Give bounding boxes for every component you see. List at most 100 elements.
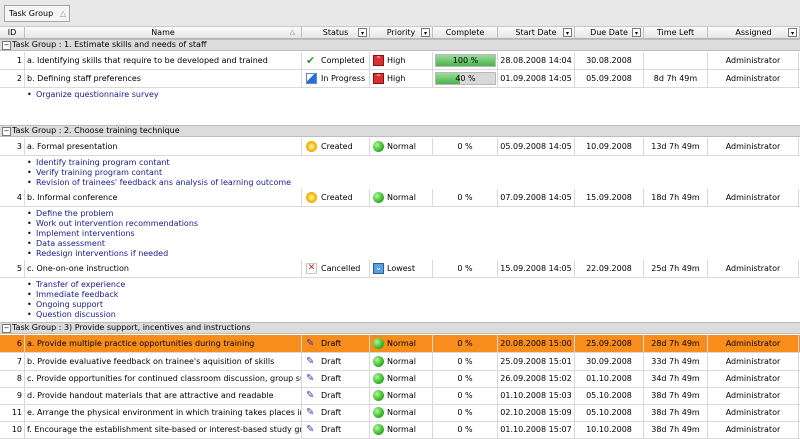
sort-ascending-icon[interactable]: △: [60, 6, 66, 21]
task-name-cell[interactable]: a. Provide multiple practice opportuniti…: [25, 335, 302, 352]
task-status-cell[interactable]: ✎ Draft: [302, 387, 370, 404]
group-header-row[interactable]: − Task Group : 1. Estimate skills and nee…: [0, 39, 800, 51]
subtask-link[interactable]: Data assessment: [36, 239, 105, 249]
task-name-cell[interactable]: d. Provide handout materials that are at…: [25, 387, 302, 404]
group-header-row[interactable]: − Task Group : 2. Choose training techniq…: [0, 125, 800, 137]
task-assigned-cell: Administrator: [708, 138, 799, 155]
task-name-cell[interactable]: a. Formal presentation: [25, 138, 302, 155]
column-header-id[interactable]: ID: [0, 27, 25, 39]
task-name-cell[interactable]: b. Defining staff preferences: [25, 70, 302, 87]
table-row[interactable]: 5 c. One-on-one instruction ✕ Cancelled ⌄ Low…: [0, 260, 800, 278]
task-status-cell[interactable]: ✎ Draft: [302, 335, 370, 352]
task-status-cell[interactable]: ✎ Draft: [302, 404, 370, 421]
task-priority-cell[interactable]: Normal: [370, 404, 433, 421]
normal-priority-icon: [373, 356, 384, 367]
task-name-cell[interactable]: c. One-on-one instruction: [25, 260, 302, 277]
task-priority-cell[interactable]: ⌃ High: [370, 70, 433, 87]
task-priority-cell[interactable]: Normal: [370, 138, 433, 155]
task-priority-cell[interactable]: ⌃ High: [370, 52, 433, 69]
table-row[interactable]: 10 f. Encourage the establishment site-ba…: [0, 421, 800, 439]
filter-dropdown-icon[interactable]: ▾: [788, 28, 797, 37]
progress-icon: [306, 73, 317, 84]
task-status-cell[interactable]: ✎ Draft: [302, 370, 370, 387]
task-name-cell[interactable]: b. Informal conference: [25, 189, 302, 206]
subtask-link[interactable]: Revision of trainees' feedback ans analy…: [36, 178, 291, 188]
task-id-cell: 1: [0, 52, 25, 69]
subtask-link[interactable]: Implement interventions: [36, 229, 135, 239]
bullet-icon: •: [27, 290, 32, 299]
task-assigned-cell: Administrator: [708, 387, 799, 404]
subtask-link[interactable]: Immediate feedback: [36, 290, 118, 300]
task-status-cell[interactable]: Created: [302, 138, 370, 155]
table-row[interactable]: 8 c. Provide opportunities for continued …: [0, 370, 800, 388]
task-priority-cell[interactable]: Normal: [370, 353, 433, 370]
subtask-link[interactable]: Question discussion: [36, 310, 116, 320]
table-row[interactable]: 9 d. Provide handout materials that are a…: [0, 387, 800, 405]
column-header-time-left[interactable]: Time Left: [644, 27, 708, 39]
task-status-cell[interactable]: ✎ Draft: [302, 353, 370, 370]
collapse-toggle-icon[interactable]: −: [2, 127, 11, 136]
task-status-cell[interactable]: ✎ Draft: [302, 421, 370, 438]
column-header-status[interactable]: Status ▾: [302, 27, 370, 39]
draft-icon: ✎: [306, 338, 315, 349]
group-by-chip-task-group[interactable]: Task Group △: [4, 5, 71, 22]
task-due-date-cell: 01.10.2008: [575, 370, 644, 387]
task-name-cell[interactable]: c. Provide opportunities for continued c…: [25, 370, 302, 387]
task-priority-cell[interactable]: Normal: [370, 387, 433, 404]
task-priority-label: Normal: [387, 391, 416, 400]
subtask-link[interactable]: Work out intervention recommendations: [36, 219, 198, 229]
column-header-name[interactable]: Name △: [25, 27, 302, 39]
subtask-link[interactable]: Organize questionnaire survey: [36, 90, 159, 100]
subtask-link[interactable]: Verify training program contant: [36, 168, 162, 178]
task-name-cell[interactable]: b. Provide evaluative feedback on traine…: [25, 353, 302, 370]
task-assigned-cell: Administrator: [708, 189, 799, 206]
table-row[interactable]: 6 a. Provide multiple practice opportunit…: [0, 335, 800, 353]
filter-dropdown-icon[interactable]: ▾: [563, 28, 572, 37]
task-priority-cell[interactable]: Normal: [370, 335, 433, 352]
table-row[interactable]: 11 e. Arrange the physical environment in…: [0, 404, 800, 422]
subtask-link[interactable]: Ongoing support: [36, 300, 103, 310]
task-complete-cell: 0 %: [433, 387, 498, 404]
table-row[interactable]: 1 a. Identifying skills that require to b…: [0, 52, 800, 70]
task-start-date-cell: 26.09.2008 15:02: [498, 370, 575, 387]
task-priority-cell[interactable]: Normal: [370, 370, 433, 387]
subtask-link[interactable]: Identify training program contant: [36, 158, 170, 168]
task-name-cell[interactable]: e. Arrange the physical environment in w…: [25, 404, 302, 421]
task-due-date-cell: 30.08.2008: [575, 52, 644, 69]
task-status-cell[interactable]: ✕ Cancelled: [302, 260, 370, 277]
group-header-row[interactable]: − Task Group : 3) Provide support, incent…: [0, 322, 800, 334]
column-header-complete[interactable]: Complete: [433, 27, 498, 39]
task-priority-label: High: [387, 74, 406, 83]
column-header-status-label: Status: [322, 28, 349, 37]
filter-dropdown-icon[interactable]: ▾: [632, 28, 641, 37]
collapse-toggle-icon[interactable]: −: [2, 324, 11, 333]
filter-dropdown-icon[interactable]: ▾: [421, 28, 430, 37]
table-row[interactable]: 2 b. Defining staff preferences In Progres…: [0, 70, 800, 88]
table-row[interactable]: 7 b. Provide evaluative feedback on train…: [0, 353, 800, 371]
task-status-cell[interactable]: ✔ Completed: [302, 52, 370, 69]
column-header-assigned[interactable]: Assigned ▾: [708, 27, 800, 39]
bullet-icon: •: [27, 90, 32, 99]
task-priority-cell[interactable]: Normal: [370, 421, 433, 438]
task-name-cell[interactable]: f. Encourage the establishment site-base…: [25, 421, 302, 438]
table-row[interactable]: 3 a. Formal presentation Created Normal 0 % 0…: [0, 138, 800, 156]
column-header-start-date[interactable]: Start Date ▾: [498, 27, 575, 39]
high-priority-icon: ⌃: [373, 73, 384, 84]
subtask-link[interactable]: Transfer of experience: [36, 280, 125, 290]
filter-dropdown-icon[interactable]: ▾: [358, 28, 367, 37]
task-priority-cell[interactable]: Normal: [370, 189, 433, 206]
collapse-toggle-icon[interactable]: −: [2, 41, 11, 50]
column-header-due-date[interactable]: Due Date ▾: [575, 27, 644, 39]
draft-icon: ✎: [306, 356, 315, 367]
subtask-link[interactable]: Define the problem: [36, 209, 113, 219]
created-icon: [306, 192, 317, 203]
task-time-left-cell: 33d 7h 49m: [644, 353, 708, 370]
task-name-cell[interactable]: a. Identifying skills that require to be…: [25, 52, 302, 69]
task-priority-cell[interactable]: ⌄ Lowest: [370, 260, 433, 277]
column-header-assigned-label: Assigned: [735, 28, 772, 37]
table-row[interactable]: 4 b. Informal conference Created Normal 0 % 0…: [0, 189, 800, 207]
subtask-link[interactable]: Redesign interventions if needed: [36, 249, 168, 259]
column-header-priority[interactable]: Priority ▾: [370, 27, 433, 39]
task-status-cell[interactable]: In Progress: [302, 70, 370, 87]
task-status-cell[interactable]: Created: [302, 189, 370, 206]
